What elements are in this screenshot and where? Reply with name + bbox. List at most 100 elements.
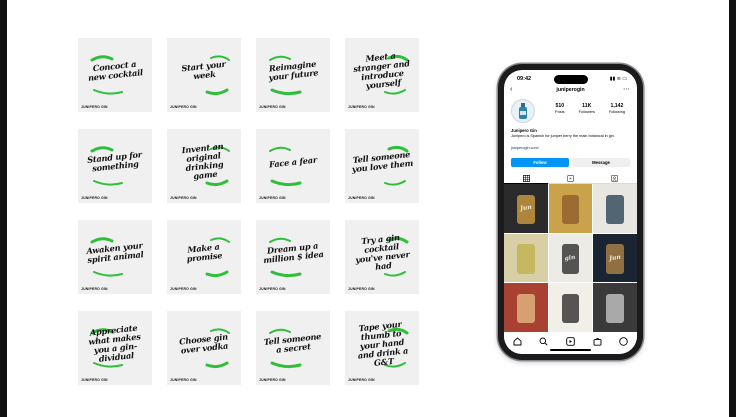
lettering-tile: Make a promise JUNIPERO GIN <box>167 220 241 294</box>
tagged-icon <box>610 174 618 182</box>
message-button[interactable]: Message <box>572 158 630 167</box>
feed-post[interactable] <box>593 283 637 332</box>
stat-posts[interactable]: 510 Posts <box>555 103 565 114</box>
lettering-tile: Start your week JUNIPERO GIN <box>167 38 241 112</box>
phone-screen: 09:42 ▮▮ ≋ ▭ ‹ juniperogin ⋯ 510 Posts 1… <box>504 70 637 354</box>
tile-lettering: Tell someone a secret <box>263 331 322 355</box>
tile-brand-mark: JUNIPERO GIN <box>81 287 108 291</box>
profile-stats: 510 Posts 11K Followers 1,142 Following <box>548 103 632 114</box>
tile-lettering: Dream up a million $ idea <box>262 240 325 266</box>
tile-brand-mark: JUNIPERO GIN <box>81 378 108 382</box>
tile-lettering: Tell someone you love them <box>351 149 414 175</box>
lettering-tile: Try a gin cocktail you've never had JUNIP… <box>345 220 419 294</box>
lettering-tile: Stand up for something JUNIPERO GIN <box>78 129 152 203</box>
tile-brand-mark: JUNIPERO GIN <box>348 287 375 291</box>
grid-icon <box>522 174 530 182</box>
tile-lettering: Stand up for something <box>86 149 143 174</box>
lettering-tile: Face a fear JUNIPERO GIN <box>256 129 330 203</box>
feed-post[interactable] <box>593 184 637 233</box>
lettering-tile: Reimagine your future JUNIPERO GIN <box>256 38 330 112</box>
more-options-icon[interactable]: ⋯ <box>623 85 630 93</box>
tile-lettering: Choose gin over vodka <box>178 331 229 356</box>
lettering-tile: Tape your thumb to your hand and drink a… <box>345 311 419 385</box>
reels-icon[interactable] <box>565 336 575 346</box>
profile-tabbar <box>504 171 637 184</box>
lettering-tile: Dream up a million $ idea JUNIPERO GIN <box>256 220 330 294</box>
stat-value: 510 <box>555 103 565 109</box>
lettering-tile: Choose gin over vodka JUNIPERO GIN <box>167 311 241 385</box>
tab-tagged[interactable] <box>592 173 636 183</box>
feed-post[interactable] <box>504 283 548 332</box>
tile-brand-mark: JUNIPERO GIN <box>259 287 286 291</box>
tile-lettering: Awaken your spirit animal <box>85 240 144 265</box>
post-image-accent <box>517 294 535 324</box>
tile-lettering: Face a fear <box>268 154 318 169</box>
stat-label: Followers <box>578 110 595 114</box>
feed-post[interactable] <box>504 233 548 283</box>
dynamic-island <box>554 75 588 84</box>
stat-value: 1,142 <box>610 103 624 109</box>
right-border <box>729 0 736 417</box>
post-image-accent <box>606 194 624 224</box>
tile-lettering: Reimagine your future <box>268 58 319 83</box>
home-indicator <box>550 349 591 351</box>
tile-brand-mark: JUNIPERO GIN <box>81 196 108 200</box>
tile-brand-mark: JUNIPERO GIN <box>259 105 286 109</box>
post-image-accent <box>561 194 580 224</box>
home-icon[interactable] <box>512 336 522 346</box>
tile-brand-mark: JUNIPERO GIN <box>259 378 286 382</box>
stat-following[interactable]: 1,142 Following <box>609 103 625 114</box>
stat-label: Posts <box>555 110 565 114</box>
tile-brand-mark: JUNIPERO GIN <box>348 378 375 382</box>
avatar[interactable] <box>511 99 535 123</box>
post-image-accent <box>606 294 624 324</box>
post-grid: Jun gin Jun <box>504 184 637 332</box>
tile-brand-mark: JUNIPERO GIN <box>170 378 197 382</box>
left-border <box>0 0 7 417</box>
status-icons: ▮▮ ≋ ▭ <box>609 76 627 82</box>
tile-brand-mark: JUNIPERO GIN <box>259 196 286 200</box>
stat-value: 11K <box>582 103 592 109</box>
tile-brand-mark: JUNIPERO GIN <box>170 287 197 291</box>
feed-post[interactable]: Jun <box>504 184 548 233</box>
lettering-tile: Concoct a new cocktail JUNIPERO GIN <box>78 38 152 112</box>
feed-post[interactable] <box>548 184 593 233</box>
bio-name: Junipero Gin <box>511 128 537 133</box>
tile-lettering: Appreciate what makes you a gin-dividual <box>87 322 142 364</box>
follow-button[interactable]: Follow <box>511 158 569 167</box>
reels-icon <box>566 174 574 182</box>
profile-icon[interactable] <box>619 336 629 346</box>
tile-lettering: Try a gin cocktail you've never had <box>354 232 411 272</box>
bio-link[interactable]: juniperogin.com/ <box>511 146 539 150</box>
gin-bottle-icon <box>519 103 527 119</box>
feed-post[interactable] <box>548 283 593 332</box>
lettering-tile: Meet a stranger and introduce yourself JU… <box>345 38 419 112</box>
status-time: 09:42 <box>517 76 532 82</box>
shop-icon[interactable] <box>592 336 602 346</box>
feed-post[interactable]: Jun <box>593 233 637 283</box>
tile-lettering: Make a promise <box>186 241 223 264</box>
profile-username: juniperogin <box>556 87 585 93</box>
stat-followers[interactable]: 11K Followers <box>579 103 595 114</box>
lettering-tile: Appreciate what makes you a gin-dividual… <box>78 311 152 385</box>
tile-brand-mark: JUNIPERO GIN <box>81 105 108 109</box>
stat-label: Following <box>608 110 625 114</box>
search-icon[interactable] <box>539 336 549 346</box>
tile-brand-mark: JUNIPERO GIN <box>348 105 375 109</box>
lettering-tile: Awaken your spirit animal JUNIPERO GIN <box>78 220 152 294</box>
post-image-accent <box>561 294 580 324</box>
tile-brand-mark: JUNIPERO GIN <box>170 196 197 200</box>
tile-lettering: Concoct a new cocktail <box>87 58 144 83</box>
tile-brand-mark: JUNIPERO GIN <box>170 105 197 109</box>
lettering-tile: Tell someone you love them JUNIPERO GIN <box>345 129 419 203</box>
lettering-tile: Invent an original drinking game JUNIPERO… <box>167 129 241 203</box>
tile-lettering: Start your week <box>180 58 227 82</box>
tab-grid[interactable] <box>504 173 548 184</box>
tab-reels[interactable] <box>548 173 592 183</box>
post-image-accent <box>517 244 535 274</box>
feed-post[interactable]: gin <box>548 233 593 283</box>
lettering-tile: Tell someone a secret JUNIPERO GIN <box>256 311 330 385</box>
tile-lettering: Meet a stranger and introduce yourself <box>352 50 411 91</box>
bio-text: Junipero is Spanish for juniper berry th… <box>511 134 615 138</box>
tile-lettering: Tape your thumb to your hand and drink a… <box>357 318 409 368</box>
